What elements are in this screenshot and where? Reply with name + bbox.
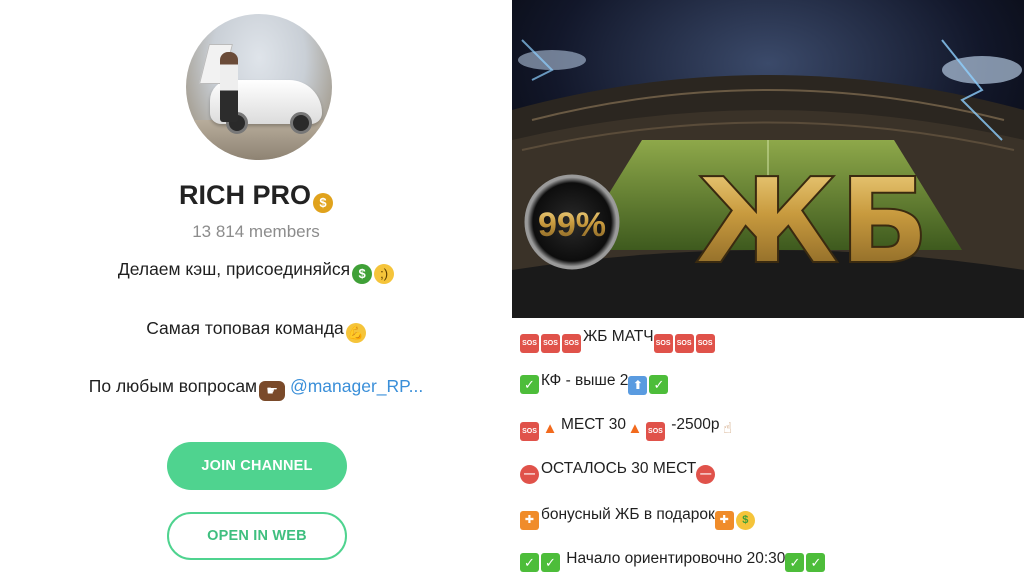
- description-line-1: Делаем кэш, присоединяйся $;): [0, 259, 512, 284]
- fire-icon: ▲: [542, 420, 558, 437]
- wink-face-icon: ;): [374, 264, 395, 284]
- person-image: [220, 52, 238, 122]
- post-line-1: SOS SOS SOS ЖБ МАТЧ SOS SOS SOS: [520, 328, 717, 353]
- channel-avatar: [186, 14, 332, 160]
- pinned-post-panel: 99% ЖБ SOS SOS SOS ЖБ МАТЧ SOS SOS SOS ✓ КФ - в…: [512, 0, 1024, 576]
- post-line-3: SOS ▲ МЕСТ 30 ▲ SOS -2500р ☝: [520, 416, 738, 441]
- channel-preview-panel: RICH PRO $ 13 814 members Делаем кэш, при…: [0, 0, 512, 576]
- flexed-biceps-icon: 💪: [345, 323, 366, 343]
- no-entry-icon: —: [520, 465, 539, 484]
- sos-icon: SOS: [653, 334, 673, 353]
- check-mark-icon: ✓: [520, 375, 539, 394]
- no-entry-icon: —: [696, 465, 716, 484]
- badge-text: 99%: [538, 206, 606, 244]
- sos-icon: SOS: [674, 334, 694, 353]
- sos-icon: SOS: [520, 334, 539, 353]
- check-mark-icon: ✓: [541, 553, 560, 572]
- manager-mention-link[interactable]: @manager_RP...: [290, 376, 423, 396]
- money-mouth-face-icon: $: [735, 511, 755, 530]
- sos-icon: SOS: [645, 422, 665, 441]
- post-line-6: ✓ ✓ Начало ориентировочно 20:30 ✓ ✓: [520, 550, 827, 572]
- up-arrow-icon: ⬆: [628, 376, 648, 395]
- check-mark-icon: ✓: [520, 553, 539, 572]
- gift-icon: ✚: [520, 511, 539, 530]
- sos-icon: SOS: [520, 422, 539, 441]
- open-in-web-button[interactable]: OPEN IN WEB: [167, 512, 347, 560]
- money-bag-icon: $: [313, 193, 333, 213]
- gift-icon: ✚: [714, 511, 734, 530]
- description-line-2: Самая топовая команда 💪: [0, 318, 512, 343]
- stadium-banner-graphic: 99% ЖБ: [512, 0, 1024, 318]
- description-line-3: По любым вопросам ☛ @manager_RP...: [0, 376, 512, 401]
- pointing-up-icon: ☝: [722, 420, 733, 437]
- post-line-4: — ОСТАЛОСЬ 30 МЕСТ —: [520, 460, 717, 484]
- money-face-icon: $: [352, 264, 373, 284]
- pointing-hand-icon: ☛: [259, 381, 286, 401]
- check-mark-icon: ✓: [785, 553, 805, 572]
- check-mark-icon: ✓: [649, 375, 669, 394]
- sos-icon: SOS: [562, 334, 581, 353]
- members-count: 13 814 members: [192, 222, 320, 241]
- sos-icon: SOS: [541, 334, 560, 353]
- post-line-2: ✓ КФ - выше 2 ⬆ ✓: [520, 372, 670, 395]
- post-banner-image: 99% ЖБ: [512, 0, 1024, 318]
- post-line-5: ✚ бонусный ЖБ в подарок ✚ $: [520, 506, 757, 530]
- join-channel-button[interactable]: JOIN CHANNEL: [167, 442, 347, 490]
- sos-icon: SOS: [695, 334, 715, 353]
- check-mark-icon: ✓: [806, 553, 826, 572]
- fire-icon: ▲: [627, 420, 643, 437]
- channel-title: RICH PRO $: [0, 180, 512, 213]
- banner-headline: ЖБ: [695, 152, 929, 290]
